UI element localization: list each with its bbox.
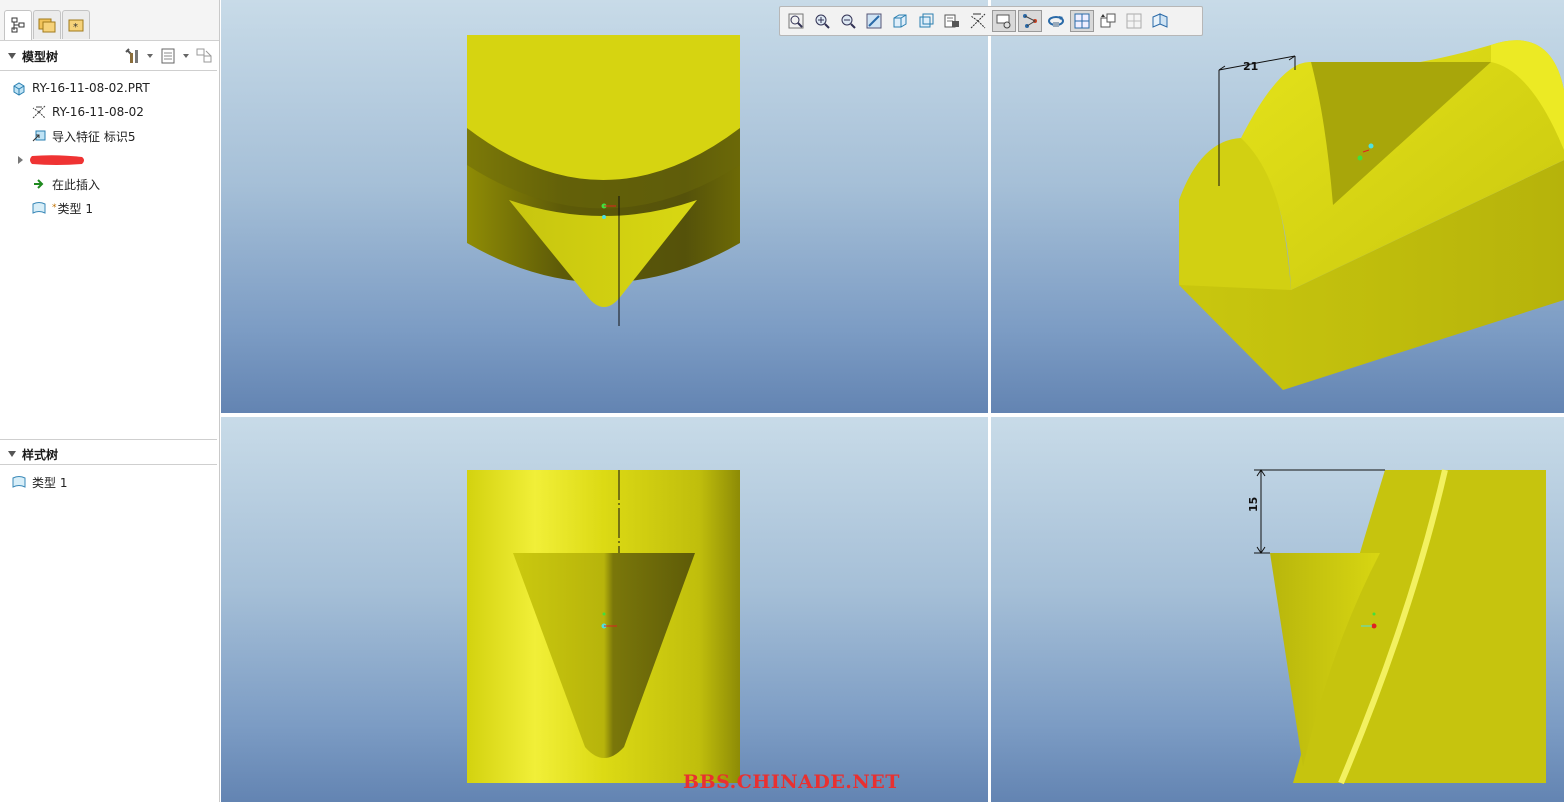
settings-dropdown-icon[interactable] <box>147 54 153 58</box>
section-icon <box>1152 13 1168 28</box>
insert-here-arrow-icon <box>34 179 44 189</box>
view-toolbar <box>779 6 1203 36</box>
tab-favorites[interactable]: * <box>62 10 90 39</box>
model-view-isometric: 21 <box>1179 40 1564 390</box>
viewport-top-left[interactable] <box>221 0 988 413</box>
style-icon <box>12 476 26 488</box>
multi-view-button[interactable] <box>1070 10 1094 32</box>
saved-views-icon <box>919 13 934 28</box>
csys-icon <box>32 105 46 119</box>
layer-icon <box>1126 13 1142 29</box>
model-tree-header[interactable]: 模型树 <box>0 43 217 69</box>
multi-view-icon <box>1074 13 1090 29</box>
viewport-bottom-left[interactable] <box>221 417 988 802</box>
redacted-label <box>30 155 84 165</box>
refit-icon <box>788 13 804 29</box>
tree-item-label: RY-16-11-08-02 <box>52 105 144 119</box>
navigator-tabs: * <box>0 0 219 41</box>
display-style-icon <box>893 14 907 28</box>
saved-views-button[interactable] <box>914 10 938 32</box>
header-divider <box>0 70 217 71</box>
zoom-in-icon <box>815 14 830 29</box>
show-list-icon[interactable] <box>159 47 177 65</box>
model-view-top <box>467 470 740 783</box>
import-feature-icon <box>32 130 46 142</box>
filter-icon[interactable] <box>195 47 213 65</box>
tree-item-part[interactable]: RY-16-11-08-02.PRT <box>11 77 150 99</box>
svg-text:*: * <box>73 22 78 33</box>
dimension-15[interactable]: 15 <box>1247 497 1260 512</box>
tab-folder-browser[interactable] <box>33 10 61 39</box>
tree-item-label: 在此插入 <box>52 177 101 192</box>
header-divider <box>0 464 217 465</box>
split-view-icon <box>1100 13 1116 28</box>
datum-display-icon <box>970 13 986 29</box>
navigator-panel: * 模型树 RY-16-11-08-02.PRT RY-16-11-08-02 … <box>0 0 220 802</box>
style-icon <box>32 202 46 214</box>
tab-model-tree[interactable] <box>4 10 32 40</box>
show-dropdown-icon[interactable] <box>183 54 189 58</box>
zoom-out-button[interactable] <box>836 10 860 32</box>
zoom-in-button[interactable] <box>810 10 834 32</box>
model-tree-title: 模型树 <box>22 49 59 64</box>
spin-center-icon <box>996 14 1011 29</box>
section-button[interactable] <box>1148 10 1172 32</box>
tree-item-insert-here[interactable]: 在此插入 <box>31 173 100 195</box>
view-manager-button[interactable] <box>940 10 964 32</box>
view-manager-icon <box>944 14 959 28</box>
viewport-bottom-right[interactable]: 15 <box>991 417 1564 802</box>
folder-browser-icon <box>38 18 56 33</box>
orient-button[interactable] <box>1044 10 1068 32</box>
annotation-display-button[interactable] <box>1018 10 1042 32</box>
collapse-icon[interactable] <box>8 53 16 59</box>
tree-item-style[interactable]: * 类型 1 <box>31 197 93 219</box>
tree-item-label: RY-16-11-08-02.PRT <box>32 81 150 95</box>
modified-star-icon: * <box>52 203 57 213</box>
collapse-icon[interactable] <box>8 451 16 457</box>
expand-icon[interactable] <box>16 152 26 168</box>
tree-item-label: 类型 1 <box>32 475 68 490</box>
watermark: BBS.CHINADE.NET <box>683 771 900 793</box>
style-tree-title: 样式树 <box>22 447 59 462</box>
display-style-button[interactable] <box>888 10 912 32</box>
settings-tools-icon[interactable] <box>123 47 141 65</box>
refit-button[interactable] <box>784 10 808 32</box>
model-view-right: 15 <box>1247 469 1546 785</box>
annotation-display-icon <box>1023 14 1037 28</box>
datum-display-button[interactable] <box>966 10 990 32</box>
model-tree-icon <box>11 17 25 33</box>
split-view-button[interactable] <box>1096 10 1120 32</box>
tree-item-redacted[interactable] <box>16 149 86 171</box>
favorites-icon: * <box>68 19 84 33</box>
repaint-button[interactable] <box>862 10 886 32</box>
tree-item-label: 类型 1 <box>57 201 93 216</box>
tree-item-import-feature[interactable]: 导入特征 标识5 <box>31 125 135 147</box>
layer-button[interactable] <box>1122 10 1146 32</box>
section-divider <box>0 439 217 440</box>
style-tree-item[interactable]: 类型 1 <box>11 471 67 493</box>
zoom-out-icon <box>841 14 856 29</box>
model-view-front <box>467 35 740 326</box>
repaint-icon <box>866 13 882 29</box>
viewport-top-right[interactable]: 21 <box>991 0 1564 413</box>
spin-center-button[interactable] <box>992 10 1016 32</box>
part-icon <box>13 82 25 96</box>
dimension-21[interactable]: 21 <box>1243 60 1258 73</box>
tree-item-csys[interactable]: RY-16-11-08-02 <box>31 101 144 123</box>
tree-item-label: 导入特征 标识5 <box>52 129 136 144</box>
orient-icon <box>1048 16 1064 27</box>
